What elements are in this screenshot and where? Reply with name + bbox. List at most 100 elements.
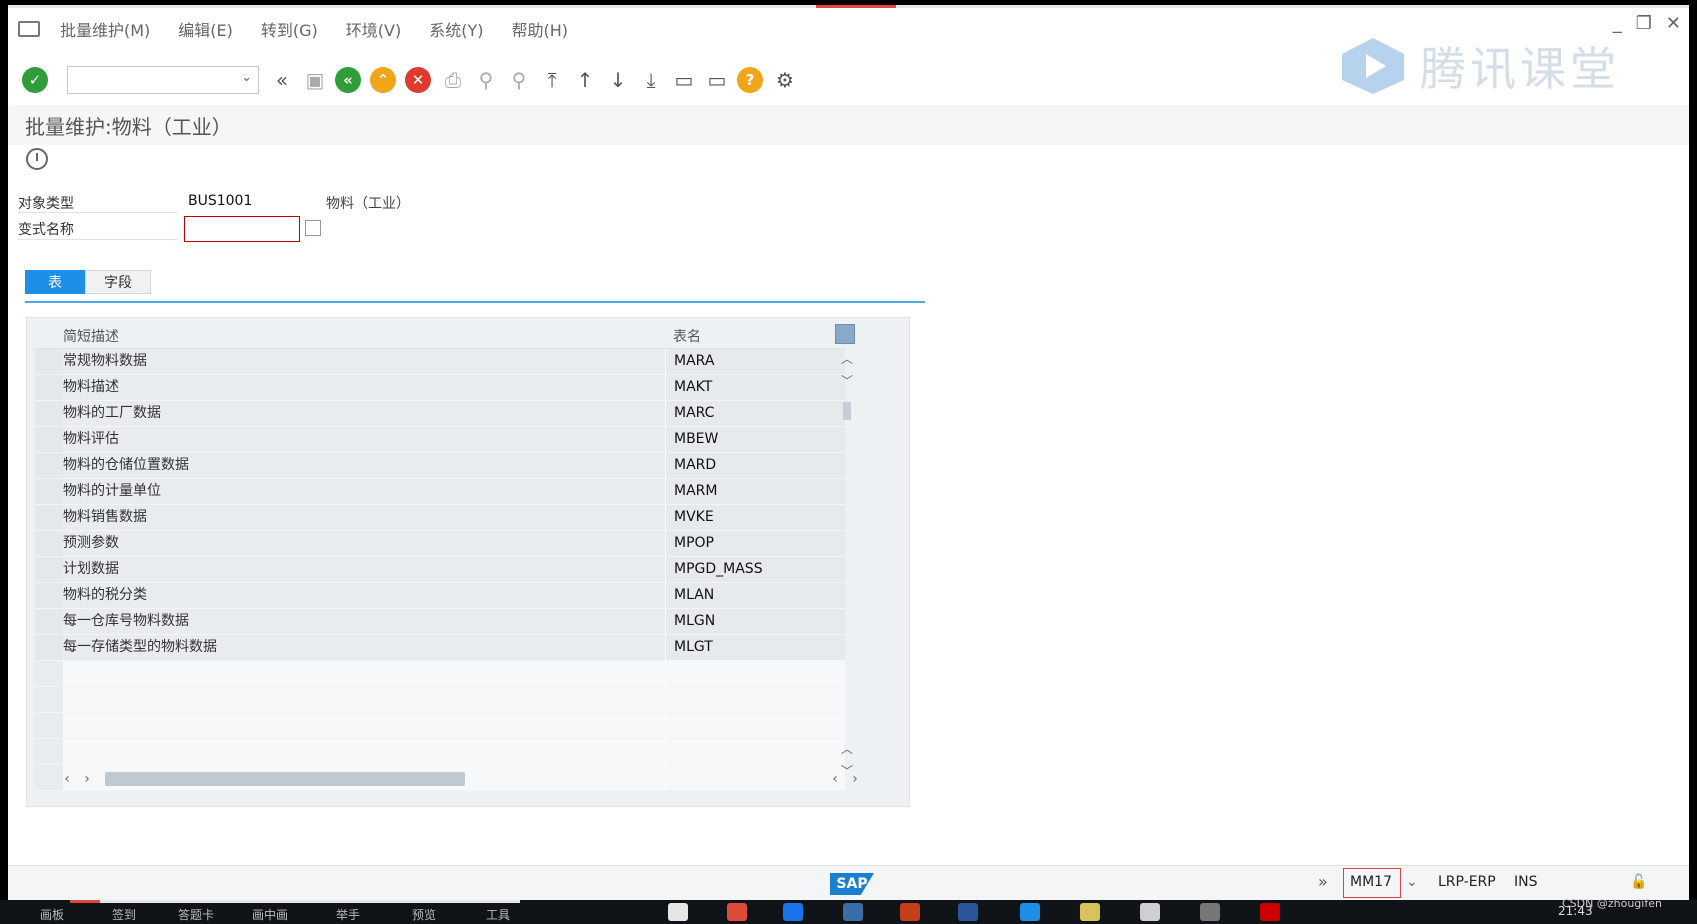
table-row[interactable]: 物料的工厂数据 MARC (35, 401, 845, 427)
print-icon[interactable]: ⎙ (440, 66, 466, 94)
table-row-empty[interactable] (35, 739, 845, 765)
table-row[interactable]: 物料的仓储位置数据 MARD (35, 453, 845, 479)
taskbar-item[interactable]: 答题卡 (178, 906, 214, 923)
table-row[interactable]: 常规物料数据 MARA (35, 349, 845, 375)
restore-icon[interactable]: ❐ (1636, 13, 1652, 34)
row-selector[interactable] (35, 583, 63, 608)
close-icon[interactable]: ✕ (1666, 13, 1681, 34)
variant-name-input[interactable] (184, 216, 300, 242)
column-settings-icon[interactable] (835, 324, 855, 344)
enter-check-icon[interactable]: ✓ (22, 67, 48, 93)
taskbar-item[interactable]: 预览 (412, 906, 436, 923)
row-selector[interactable] (35, 479, 63, 504)
scroll-left-icon[interactable]: ‹ (57, 771, 77, 787)
row-selector[interactable] (35, 375, 63, 400)
last-page-icon[interactable]: ⤓ (638, 66, 664, 94)
vertical-scrollbar-thumb[interactable] (843, 402, 851, 420)
table-row[interactable]: 物料描述 MAKT (35, 375, 845, 401)
app-icon[interactable] (668, 903, 688, 921)
settings-gear-icon[interactable]: ⚙ (772, 66, 798, 94)
table-row-empty[interactable] (35, 687, 845, 713)
app-icon[interactable] (1260, 903, 1280, 921)
taskbar-item[interactable]: 工具 (486, 906, 510, 923)
shortcut-icon[interactable]: ▭ (704, 66, 730, 94)
settings-icon[interactable] (1140, 903, 1160, 921)
status-expand-icon[interactable]: » (1318, 872, 1328, 891)
table-row[interactable]: 每一存储类型的物料数据 MLGT (35, 635, 845, 661)
column-header-description[interactable]: 简短描述 (35, 326, 665, 346)
create-session-icon[interactable]: ▭ (671, 66, 697, 94)
chrome-icon[interactable] (727, 903, 747, 921)
find-icon[interactable]: ⚲ (473, 66, 499, 94)
transaction-dropdown-icon[interactable]: ⌄ (1406, 874, 1418, 890)
table-row-empty[interactable] (35, 713, 845, 739)
cancel-icon[interactable]: ✕ (405, 67, 431, 93)
scroll-right-icon[interactable]: › (845, 771, 865, 787)
app-icon[interactable] (1080, 903, 1100, 921)
previous-page-icon[interactable]: ↑ (572, 66, 598, 94)
vertical-scroll-up-icon[interactable]: ︿ ﹀ (837, 348, 857, 392)
word-icon[interactable] (958, 903, 978, 921)
scroll-right-icon[interactable]: › (77, 771, 97, 787)
row-selector[interactable] (35, 635, 63, 660)
app-icon[interactable] (1200, 903, 1220, 921)
app-icon[interactable] (1020, 903, 1040, 921)
double-chevron-left-icon[interactable]: « (269, 66, 295, 94)
table-row-empty[interactable] (35, 661, 845, 687)
row-selector[interactable] (35, 687, 63, 712)
table-row[interactable]: 物料评估 MBEW (35, 427, 845, 453)
row-selector[interactable] (35, 713, 63, 738)
row-selector[interactable] (35, 427, 63, 452)
column-header-table-name[interactable]: 表名 (665, 326, 845, 346)
menu-system[interactable]: 系统(Y) (429, 17, 483, 41)
row-selector[interactable] (35, 401, 63, 426)
app-icon[interactable] (843, 903, 863, 921)
table-row[interactable]: 预测参数 MPOP (35, 531, 845, 557)
taskbar-item[interactable]: 画板 (40, 906, 64, 923)
menu-environment[interactable]: 环境(V) (346, 17, 401, 41)
minimize-icon[interactable]: _ (1613, 13, 1622, 34)
tab-fields[interactable]: 字段 (85, 270, 151, 294)
row-selector[interactable] (35, 557, 63, 582)
menu-icon[interactable] (18, 21, 40, 37)
table-row[interactable]: 物料销售数据 MVKE (35, 505, 845, 531)
cell-description (63, 739, 665, 764)
menu-goto[interactable]: 转到(G) (261, 17, 318, 41)
menu-edit[interactable]: 编辑(E) (178, 17, 233, 41)
table-row[interactable]: 物料的计量单位 MARM (35, 479, 845, 505)
help-icon[interactable]: ? (737, 67, 763, 93)
table-row[interactable]: 每一仓库号物料数据 MLGN (35, 609, 845, 635)
next-page-icon[interactable]: ↓ (605, 66, 631, 94)
row-selector[interactable] (35, 531, 63, 556)
variant-value-help-icon[interactable] (305, 220, 321, 236)
horizontal-scrollbar-thumb[interactable] (105, 772, 465, 786)
command-field[interactable]: ⌄ (67, 66, 259, 94)
row-selector[interactable] (35, 739, 63, 764)
taskbar-item[interactable]: 举手 (336, 906, 360, 923)
row-selector[interactable] (35, 349, 63, 374)
table-row[interactable]: 物料的税分类 MLAN (35, 583, 845, 609)
chevron-down-icon[interactable]: ⌄ (241, 70, 252, 85)
tab-tables[interactable]: 表 (25, 270, 85, 294)
menu-help[interactable]: 帮助(H) (512, 17, 569, 41)
app-icon[interactable] (783, 903, 803, 921)
back-icon[interactable]: « (335, 67, 361, 93)
taskbar-item[interactable]: 画中画 (252, 906, 288, 923)
row-selector[interactable] (35, 505, 63, 530)
powerpoint-icon[interactable] (900, 903, 920, 921)
table-row[interactable]: 计划数据 MPGD_MASS (35, 557, 845, 583)
exit-icon[interactable]: ⌃ (370, 67, 396, 93)
scroll-left-icon[interactable]: ‹ (825, 771, 845, 787)
taskbar-item[interactable]: 签到 (112, 906, 136, 923)
row-selector[interactable] (35, 609, 63, 634)
row-selector[interactable] (35, 661, 63, 686)
cell-description (63, 661, 665, 686)
row-selector[interactable] (35, 453, 63, 478)
execute-clock-icon[interactable] (26, 148, 48, 170)
video-progress-bar[interactable] (70, 900, 520, 903)
find-next-icon[interactable]: ⚲ (506, 66, 532, 94)
save-icon[interactable]: ▣ (302, 66, 328, 94)
first-page-icon[interactable]: ⤒ (539, 66, 565, 94)
horizontal-scrollbar[interactable]: ‹ › ‹ › (57, 768, 867, 790)
menu-batch-maintain[interactable]: 批量维护(M) (60, 17, 150, 41)
